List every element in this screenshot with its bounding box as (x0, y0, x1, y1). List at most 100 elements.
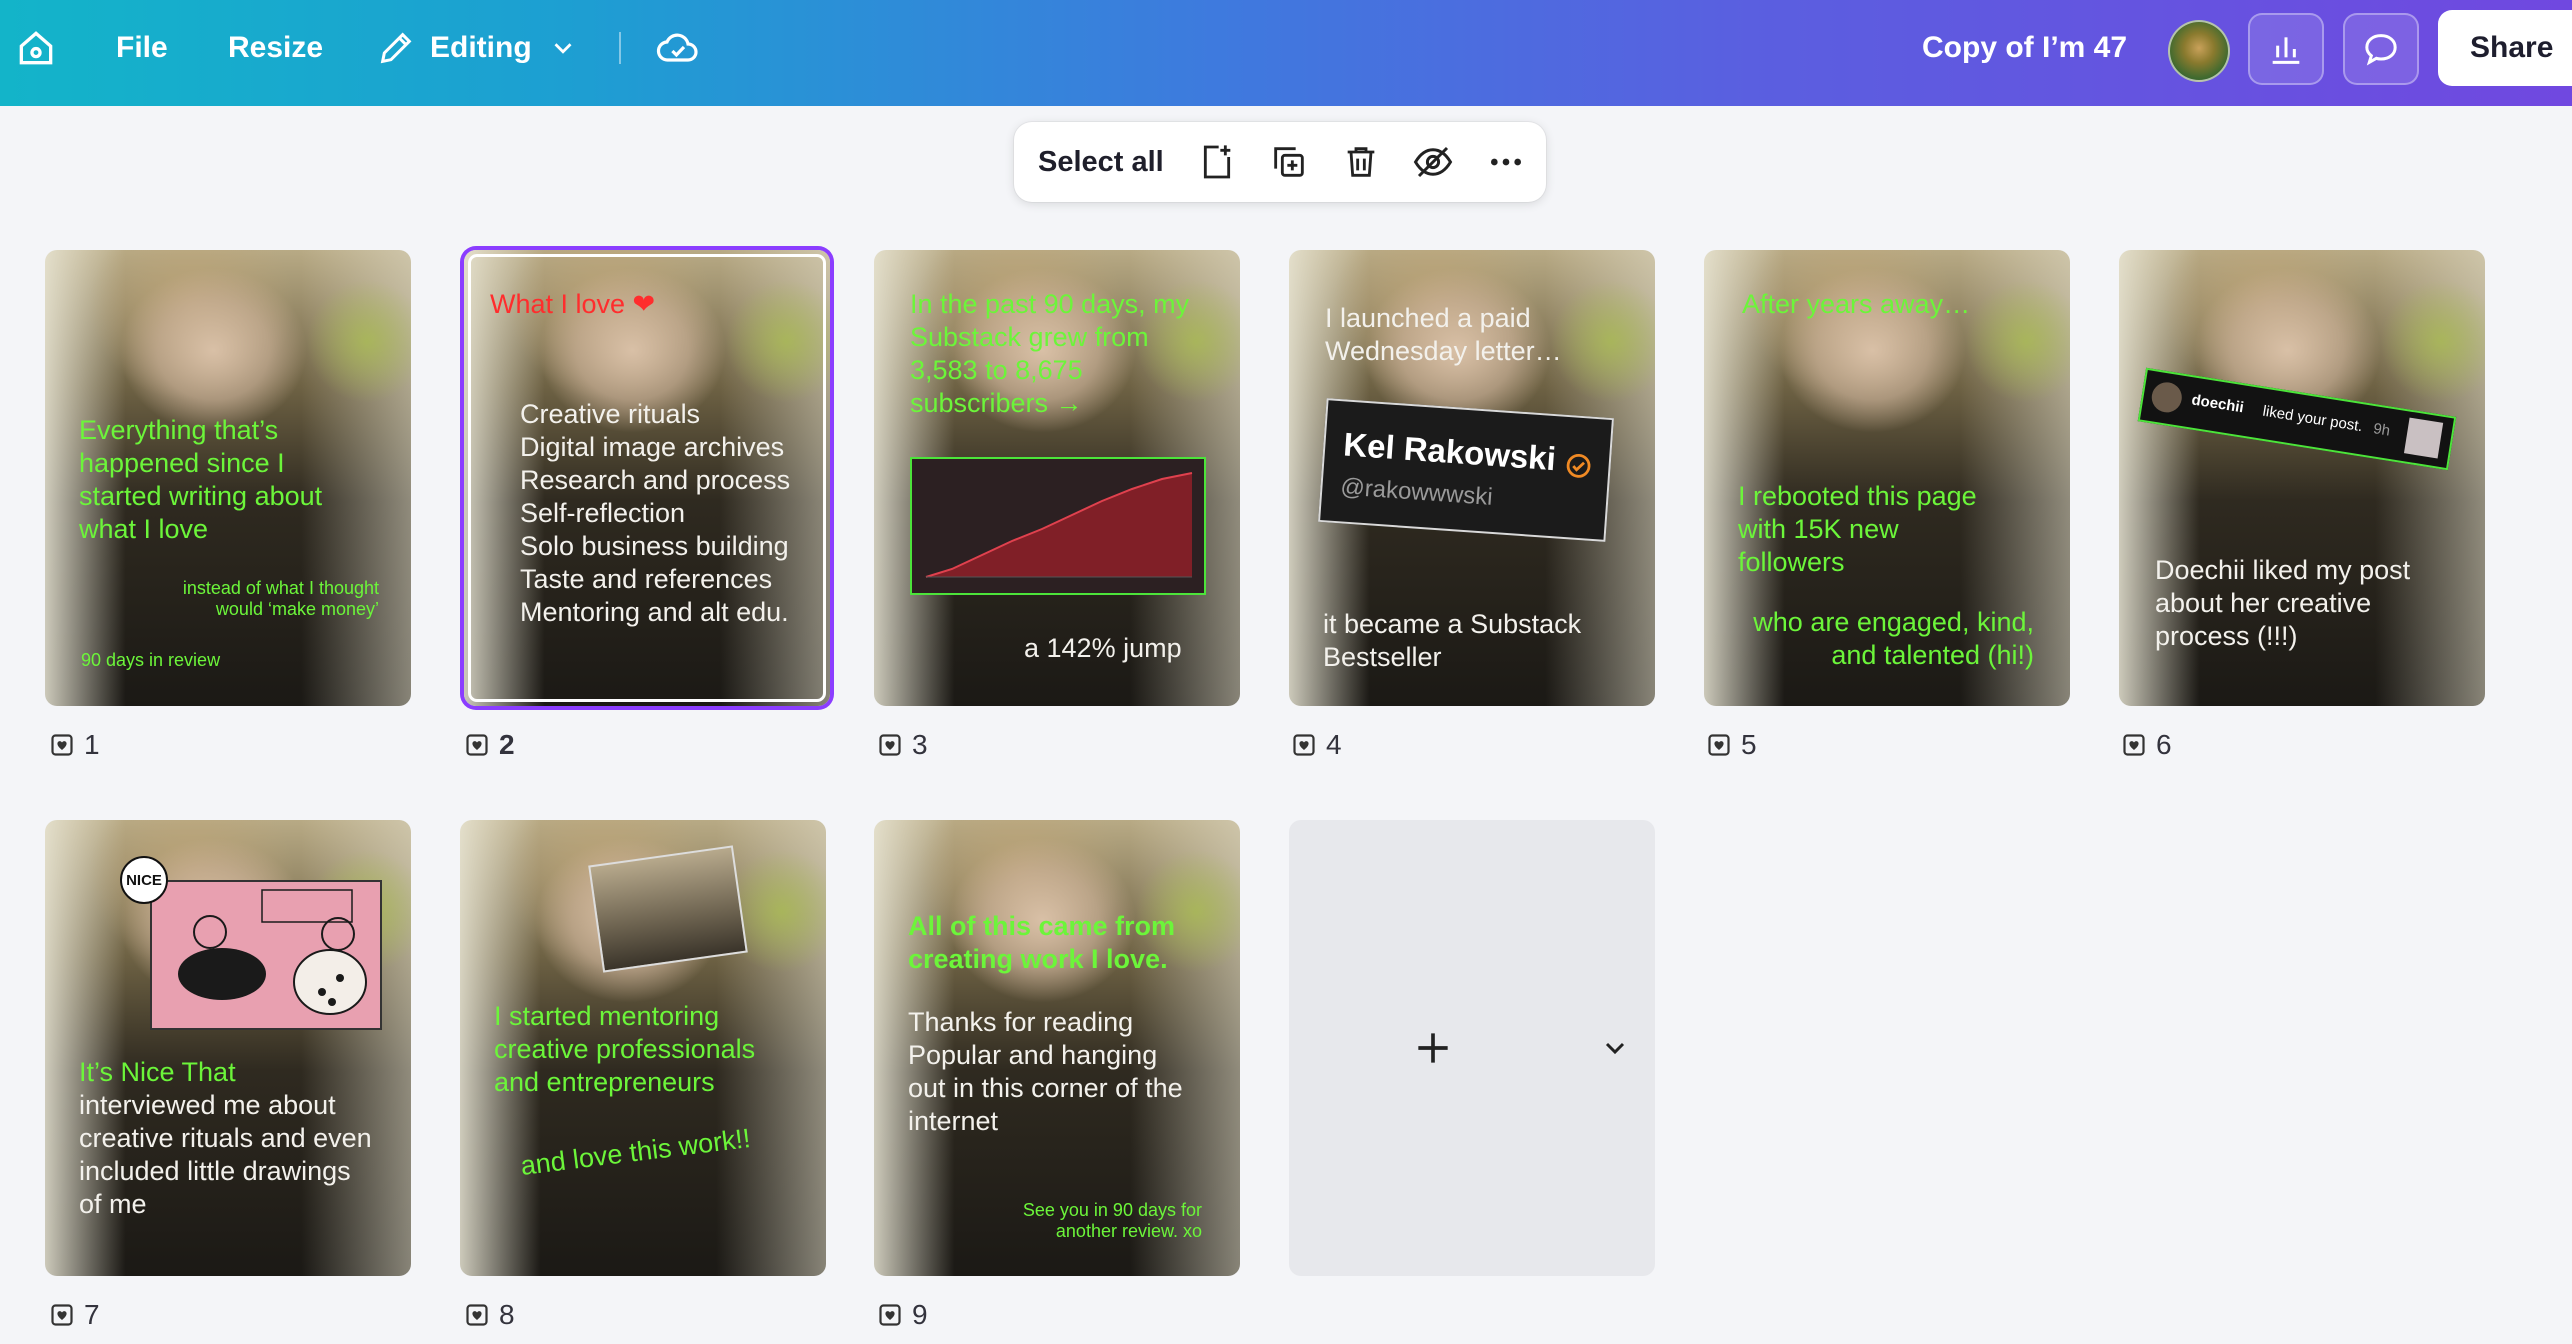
comment-icon (2365, 34, 2397, 66)
insights-icon (2272, 37, 2300, 64)
notification-time: 9h (2372, 420, 2392, 440)
page-number-label: 6 (2156, 729, 2172, 760)
select-all-button[interactable]: Select all (1038, 122, 1164, 202)
page-number-3[interactable]: 3 (878, 727, 928, 763)
page-4-main-text: I launched a paid Wednesday letter… (1325, 303, 1562, 366)
page-number-label: 5 (1741, 729, 1757, 760)
share-button[interactable]: Share (2438, 10, 2572, 86)
page-6-main-text: Doechii liked my post about her creative… (2155, 555, 2411, 651)
page-note-icon (466, 1304, 488, 1326)
resize-button[interactable]: Resize (228, 0, 323, 96)
page-9-body-text: Thanks for reading Popular and hanging o… (908, 1007, 1183, 1136)
add-page-card[interactable] (1289, 820, 1655, 1276)
page-number-7[interactable]: 7 (50, 1297, 100, 1333)
page-8-sub-text: and love this work!! (518, 1123, 753, 1181)
verified-check-icon (1566, 453, 1591, 478)
list-item: Taste and references (520, 564, 773, 594)
nice-badge-logo: NICE (120, 856, 168, 904)
page-number-label: 1 (84, 729, 100, 760)
page-thumbnail-6[interactable]: Doechii liked my post about her creative… (2119, 250, 2485, 706)
list-item: Creative rituals (520, 399, 701, 429)
duplicate-page-button[interactable] (1267, 140, 1311, 184)
page-note-icon (51, 734, 73, 756)
home-button[interactable] (14, 0, 58, 96)
pencil-icon (380, 32, 412, 64)
page-1-footer: 90 days in review (81, 650, 221, 670)
hide-icon (1413, 146, 1453, 178)
editing-label: Editing (430, 31, 532, 64)
illustration-sticker (150, 880, 382, 1030)
page-7-main-text: interviewed me about creative rituals an… (79, 1090, 372, 1219)
notification-avatar (2149, 380, 2184, 415)
page-note-icon (2123, 734, 2145, 756)
plus-icon[interactable] (1411, 1026, 1455, 1070)
more-options-button[interactable] (1484, 140, 1528, 184)
notification-user: doechii (2190, 391, 2245, 417)
page-number-6[interactable]: 6 (2122, 727, 2172, 763)
subscriber-growth-graphic (925, 472, 1193, 578)
page-number-label: 7 (84, 1299, 100, 1330)
editing-mode-menu[interactable]: Editing (376, 0, 578, 96)
list-item: Solo business building (520, 531, 789, 561)
page-thumbnail-9[interactable]: All of this came from creating work I lo… (874, 820, 1240, 1276)
page-note-icon (879, 734, 901, 756)
hide-page-button[interactable] (1411, 140, 1455, 184)
page-number-2[interactable]: 2 (465, 727, 515, 763)
add-page-button[interactable] (1195, 140, 1239, 184)
page-3-main-text: In the past 90 days, my Substack grew fr… (910, 289, 1190, 418)
add-page-icon (1203, 145, 1231, 179)
page-thumbnail-5[interactable]: After years away… I rebooted this page w… (1704, 250, 2070, 706)
page-number-9[interactable]: 9 (878, 1297, 928, 1333)
save-status-button[interactable] (654, 0, 702, 96)
page-number-1[interactable]: 1 (50, 727, 100, 763)
home-icon (19, 31, 53, 65)
top-bar: File Resize Editing Copy of I’m 47 Share (0, 0, 2572, 106)
profile-handle: @rakowwwski (1339, 473, 1494, 511)
page-number-label: 4 (1326, 729, 1342, 760)
list-item: Self-reflection (520, 498, 686, 528)
page-number-label: 8 (499, 1299, 515, 1330)
notification-text: liked your post. (2261, 402, 2364, 436)
page-4-bottom-text: it became a Substack Bestseller (1323, 609, 1582, 672)
drawing-graphic (178, 889, 367, 1015)
insights-button[interactable] (2248, 13, 2324, 85)
comments-button[interactable] (2343, 13, 2419, 85)
page-thumbnail-2[interactable]: What I love ❤ Creative rituals Digital i… (464, 250, 830, 706)
chevron-down-icon (554, 43, 572, 54)
page-number-5[interactable]: 5 (1707, 727, 1757, 763)
subscriber-chart-image (910, 457, 1206, 595)
list-item: Research and process (520, 465, 791, 495)
page-note-icon (51, 1304, 73, 1326)
document-title[interactable]: Copy of I’m 47 (1922, 0, 2127, 96)
page-number-8[interactable]: 8 (465, 1297, 515, 1333)
file-menu[interactable]: File (116, 0, 168, 96)
page-5-top-text: After years away… (1742, 289, 1971, 319)
page-note-icon (1293, 734, 1315, 756)
page-actions-toolbar: Select all (1014, 122, 1546, 202)
page-number-4[interactable]: 4 (1292, 727, 1342, 763)
profile-card-sticker: Kel Rakowski @rakowwwski (1318, 398, 1614, 542)
avatar[interactable] (2168, 20, 2230, 82)
delete-page-button[interactable] (1339, 140, 1383, 184)
page-note-icon (879, 1304, 901, 1326)
page-note-icon (1708, 734, 1730, 756)
page-5-main-text: I rebooted this page with 15K new follow… (1738, 481, 1977, 577)
page-1-main-text: Everything that’s happened since I start… (79, 415, 323, 544)
page-2-list: Creative rituals Digital image archives … (520, 398, 820, 629)
list-item: Mentoring and alt edu. (520, 597, 789, 627)
notification-post-thumbnail (2403, 417, 2444, 459)
delete-icon (1347, 147, 1375, 177)
page-3-jump-text: a 142% jump (1024, 633, 1182, 663)
page-9-footer: See you in 90 days for another review. x… (1022, 1200, 1202, 1241)
page-note-icon (466, 734, 488, 756)
page-number-label: 2 (499, 729, 515, 760)
chevron-down-icon[interactable] (1599, 1032, 1631, 1064)
cloud-check-icon (656, 33, 698, 62)
page-thumbnail-1[interactable]: Everything that’s happened since I start… (45, 250, 411, 706)
toolbar-divider (619, 32, 621, 64)
page-9-main-text: All of this came from creating work I lo… (908, 911, 1176, 974)
duplicate-page-icon (1274, 147, 1304, 177)
profile-name: Kel Rakowski (1342, 425, 1558, 478)
page-5-sub-text: who are engaged, kind, and talented (hi!… (1753, 607, 2034, 670)
page-number-label: 9 (912, 1299, 928, 1330)
